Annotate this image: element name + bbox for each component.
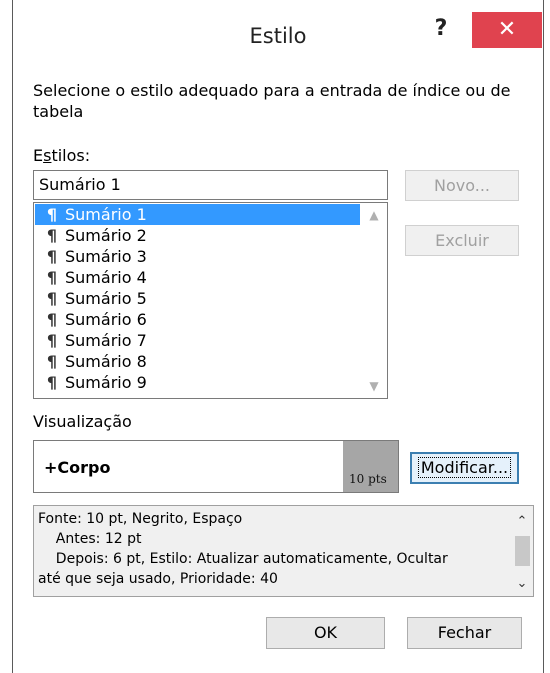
styles-label: Estilos: bbox=[33, 146, 90, 165]
style-list-item-label: Sumário 6 bbox=[65, 310, 147, 329]
style-name-input[interactable]: Sumário 1 bbox=[33, 170, 388, 200]
close-button[interactable]: ✕ bbox=[472, 12, 542, 48]
delete-button[interactable]: Excluir bbox=[405, 225, 519, 256]
modify-button[interactable]: Modificar... bbox=[410, 452, 519, 484]
preview-sample-text: +Corpo bbox=[44, 458, 111, 477]
description-scrollbar[interactable]: ⌃ ⌄ bbox=[511, 506, 533, 596]
style-list-item-label: Sumário 1 bbox=[65, 205, 147, 224]
paragraph-icon: ¶ bbox=[46, 268, 57, 287]
description-line: Fonte: 10 pt, Negrito, Espaço bbox=[38, 511, 243, 527]
new-button[interactable]: Novo... bbox=[405, 170, 519, 201]
paragraph-icon: ¶ bbox=[46, 310, 57, 329]
preview-size-label: 10 pts bbox=[349, 472, 387, 486]
description-line: Antes: 12 pt bbox=[38, 531, 142, 547]
styles-label-mnemonic: Estilos: bbox=[33, 146, 91, 165]
close-icon: ✕ bbox=[497, 17, 517, 42]
paragraph-icon: ¶ bbox=[46, 331, 57, 350]
style-name-value: Sumário 1 bbox=[39, 175, 121, 194]
style-list-item[interactable]: ¶ Sumário 1 bbox=[35, 204, 360, 225]
style-list-item[interactable]: ¶ Sumário 3 bbox=[35, 246, 360, 267]
modify-button-label: Modificar... bbox=[417, 457, 512, 478]
scroll-up-icon[interactable]: ▲ bbox=[362, 208, 386, 222]
style-dialog: Estilo ? ✕ Selecione o estilo adequado p… bbox=[12, 0, 544, 673]
description-line: Depois: 6 pt, Estilo: Atualizar automati… bbox=[38, 551, 448, 567]
preview-size-box: 10 pts bbox=[343, 441, 398, 492]
style-list-item[interactable]: ¶ Sumário 4 bbox=[35, 267, 360, 288]
style-list-item-label: Sumário 3 bbox=[65, 247, 147, 266]
description-scroll-up-icon[interactable]: ⌃ bbox=[511, 512, 533, 531]
paragraph-icon: ¶ bbox=[46, 205, 57, 224]
title-bar: Estilo ? ✕ bbox=[13, 0, 543, 78]
description-line: até que seja usado, Prioridade: 40 bbox=[38, 571, 278, 587]
help-button[interactable]: ? bbox=[421, 12, 461, 46]
style-list-item-label: Sumário 9 bbox=[65, 373, 147, 392]
preview-label: Visualização bbox=[33, 412, 132, 431]
scroll-down-icon[interactable]: ▼ bbox=[362, 379, 386, 393]
ok-button[interactable]: OK bbox=[266, 617, 385, 649]
style-list-item[interactable]: ¶ Sumário 6 bbox=[35, 309, 360, 330]
paragraph-icon: ¶ bbox=[46, 352, 57, 371]
instruction-text: Selecione o estilo adequado para a entra… bbox=[33, 81, 511, 121]
style-list-item-label: Sumário 5 bbox=[65, 289, 147, 308]
style-list-item[interactable]: ¶ Sumário 2 bbox=[35, 225, 360, 246]
style-list-item[interactable]: ¶ Sumário 9 bbox=[35, 372, 360, 393]
style-list-item[interactable]: ¶ Sumário 7 bbox=[35, 330, 360, 351]
styles-list[interactable]: ¶ Sumário 1 ¶ Sumário 2 ¶ Sumário 3 ¶ Sumário 4… bbox=[33, 202, 388, 399]
style-list-item-label: Sumário 8 bbox=[65, 352, 147, 371]
style-description: Fonte: 10 pt, Negrito, Espaço Antes: 12 … bbox=[33, 505, 534, 597]
style-list-item[interactable]: ¶ Sumário 8 bbox=[35, 351, 360, 372]
close-dialog-button[interactable]: Fechar bbox=[407, 617, 522, 649]
paragraph-icon: ¶ bbox=[46, 373, 57, 392]
paragraph-icon: ¶ bbox=[46, 226, 57, 245]
styles-list-scrollbar[interactable]: ▲ ▼ bbox=[362, 204, 386, 397]
style-list-item-label: Sumário 4 bbox=[65, 268, 147, 287]
paragraph-icon: ¶ bbox=[46, 289, 57, 308]
description-scroll-thumb[interactable] bbox=[515, 536, 530, 566]
paragraph-icon: ¶ bbox=[46, 247, 57, 266]
style-list-item-label: Sumário 2 bbox=[65, 226, 147, 245]
description-scroll-down-icon[interactable]: ⌄ bbox=[511, 574, 533, 593]
preview-box: +Corpo 10 pts bbox=[33, 440, 399, 493]
style-list-item[interactable]: ¶ Sumário 5 bbox=[35, 288, 360, 309]
dialog-title: Estilo bbox=[249, 24, 307, 48]
style-list-item-label: Sumário 7 bbox=[65, 331, 147, 350]
